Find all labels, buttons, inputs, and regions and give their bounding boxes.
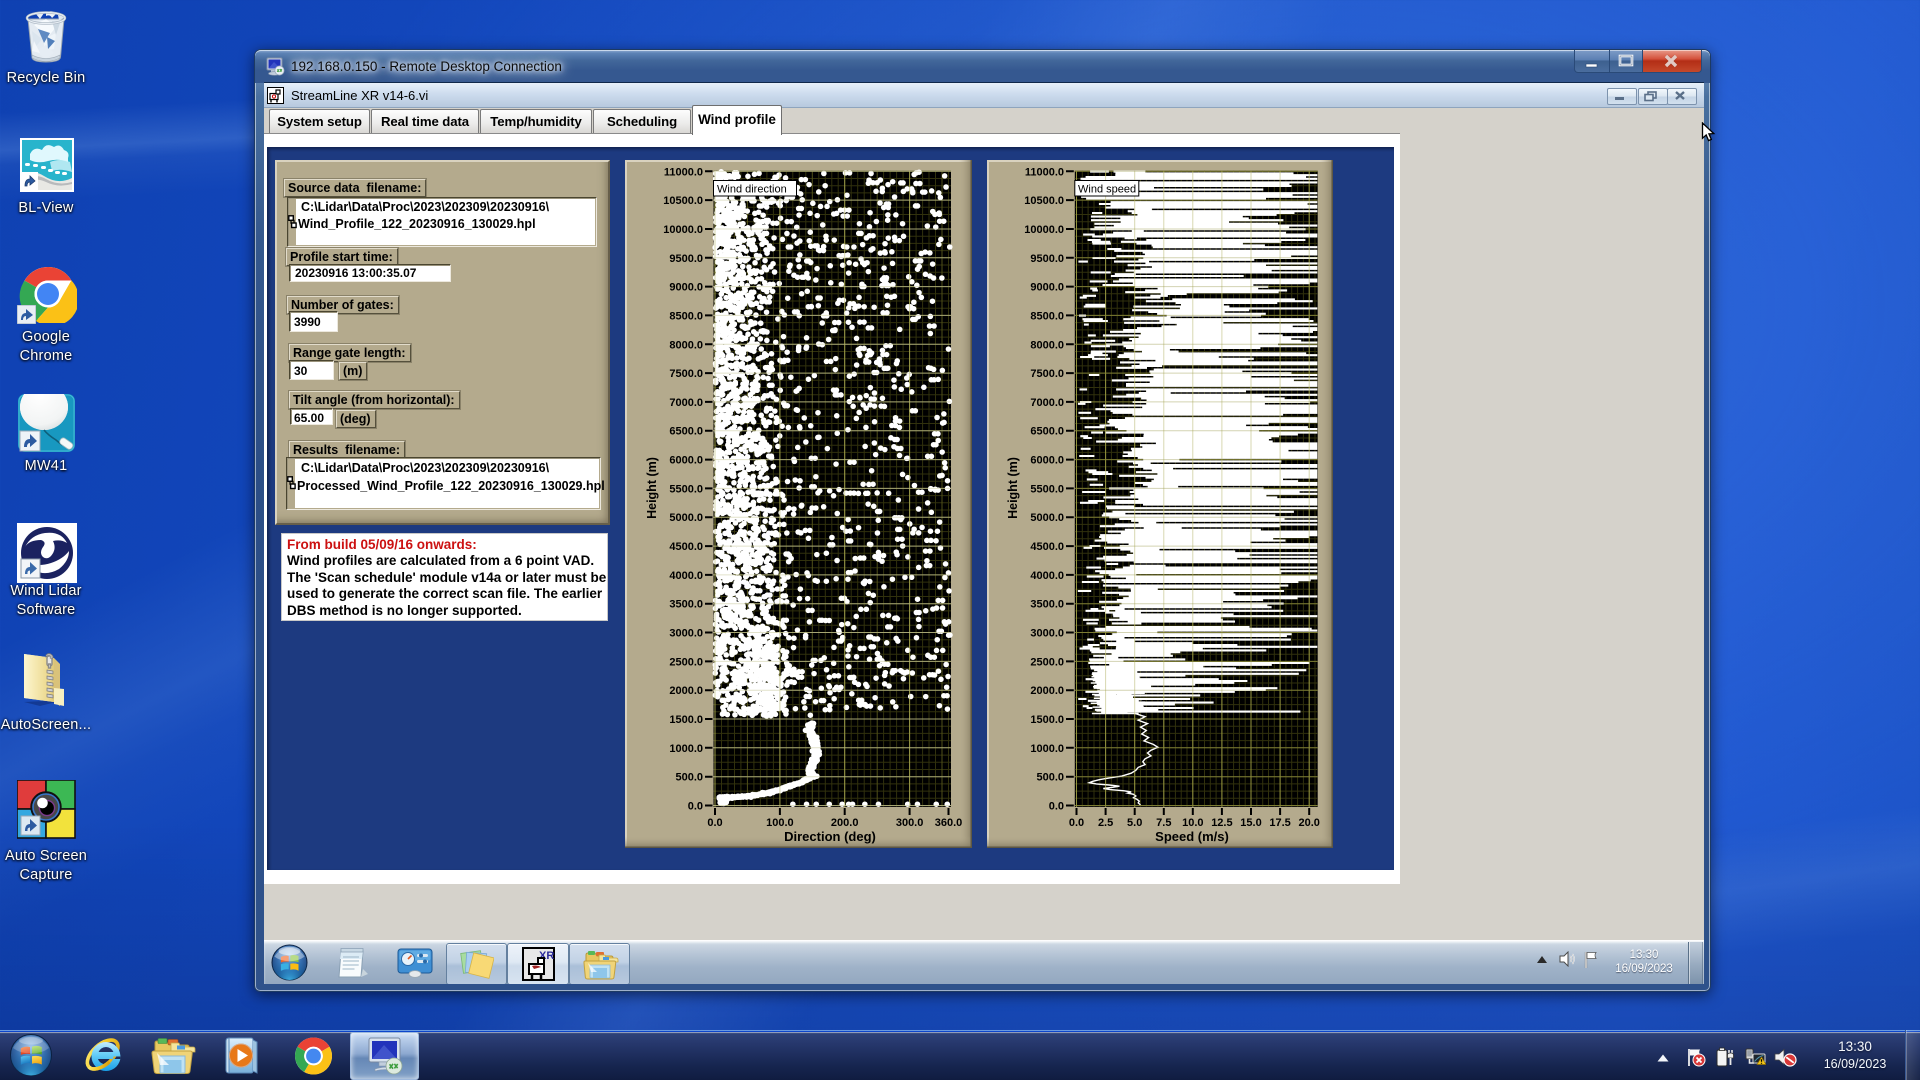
svg-text:20.0: 20.0 xyxy=(1298,817,1319,829)
svg-text:7500.0: 7500.0 xyxy=(1030,368,1064,380)
svg-text:500.0: 500.0 xyxy=(675,772,703,784)
svg-text:300.0: 300.0 xyxy=(896,817,924,829)
svg-text:11000.0: 11000.0 xyxy=(1025,166,1064,178)
svg-text:8000.0: 8000.0 xyxy=(1030,339,1064,351)
svg-text:100.0: 100.0 xyxy=(766,817,794,829)
svg-text:8500.0: 8500.0 xyxy=(669,310,703,322)
svg-text:Height (m): Height (m) xyxy=(645,457,659,519)
svg-text:Wind direction: Wind direction xyxy=(717,184,787,196)
svg-text:2000.0: 2000.0 xyxy=(669,685,703,697)
svg-text:0.0: 0.0 xyxy=(707,817,722,829)
svg-text:Direction (deg): Direction (deg) xyxy=(784,829,876,844)
svg-text:6500.0: 6500.0 xyxy=(1030,426,1064,438)
svg-text:6000.0: 6000.0 xyxy=(1030,455,1064,467)
svg-text:2.5: 2.5 xyxy=(1098,817,1113,829)
svg-text:7000.0: 7000.0 xyxy=(669,397,703,409)
svg-text:10000.0: 10000.0 xyxy=(663,224,703,236)
svg-text:3500.0: 3500.0 xyxy=(669,599,703,611)
svg-text:7500.0: 7500.0 xyxy=(669,368,703,380)
svg-text:360.0: 360.0 xyxy=(935,817,963,829)
svg-text:5000.0: 5000.0 xyxy=(669,512,703,524)
svg-text:10.0: 10.0 xyxy=(1182,817,1203,829)
svg-text:0.0: 0.0 xyxy=(1069,817,1084,829)
svg-text:3500.0: 3500.0 xyxy=(1030,599,1064,611)
svg-text:4000.0: 4000.0 xyxy=(1030,570,1064,582)
svg-text:8000.0: 8000.0 xyxy=(669,339,703,351)
svg-text:5500.0: 5500.0 xyxy=(669,483,703,495)
svg-text:3000.0: 3000.0 xyxy=(669,628,703,640)
svg-text:6500.0: 6500.0 xyxy=(669,426,703,438)
svg-text:Height (m): Height (m) xyxy=(1006,457,1020,519)
svg-text:4500.0: 4500.0 xyxy=(1030,541,1064,553)
svg-text:9500.0: 9500.0 xyxy=(1030,253,1064,265)
svg-text:9500.0: 9500.0 xyxy=(669,253,703,265)
svg-text:6000.0: 6000.0 xyxy=(669,455,703,467)
svg-text:1500.0: 1500.0 xyxy=(1030,714,1064,726)
svg-text:4000.0: 4000.0 xyxy=(669,570,703,582)
svg-text:11000.0: 11000.0 xyxy=(664,166,703,178)
svg-text:10000.0: 10000.0 xyxy=(1024,224,1064,236)
svg-text:4500.0: 4500.0 xyxy=(669,541,703,553)
svg-text:10500.0: 10500.0 xyxy=(663,195,703,207)
svg-text:7000.0: 7000.0 xyxy=(1030,397,1064,409)
svg-text:3000.0: 3000.0 xyxy=(1030,628,1064,640)
svg-text:1000.0: 1000.0 xyxy=(669,743,703,755)
svg-text:0.0: 0.0 xyxy=(688,801,703,813)
svg-text:2000.0: 2000.0 xyxy=(1030,685,1064,697)
svg-text:9000.0: 9000.0 xyxy=(1030,282,1064,294)
svg-text:0.0: 0.0 xyxy=(1049,801,1064,813)
svg-text:500.0: 500.0 xyxy=(1036,772,1064,784)
svg-text:5000.0: 5000.0 xyxy=(1030,512,1064,524)
svg-text:5.0: 5.0 xyxy=(1127,817,1142,829)
svg-text:200.0: 200.0 xyxy=(831,817,859,829)
svg-text:5500.0: 5500.0 xyxy=(1030,483,1064,495)
svg-text:1500.0: 1500.0 xyxy=(669,714,703,726)
svg-text:12.5: 12.5 xyxy=(1211,817,1232,829)
svg-text:9000.0: 9000.0 xyxy=(669,282,703,294)
svg-text:8500.0: 8500.0 xyxy=(1030,310,1064,322)
svg-text:15.0: 15.0 xyxy=(1240,817,1261,829)
svg-text:1000.0: 1000.0 xyxy=(1030,743,1064,755)
svg-text:Wind speed: Wind speed xyxy=(1078,184,1136,196)
svg-text:2500.0: 2500.0 xyxy=(669,656,703,668)
svg-text:Speed (m/s): Speed (m/s) xyxy=(1155,829,1229,844)
svg-text:7.5: 7.5 xyxy=(1156,817,1171,829)
svg-text:10500.0: 10500.0 xyxy=(1024,195,1064,207)
svg-text:17.5: 17.5 xyxy=(1269,817,1290,829)
svg-text:2500.0: 2500.0 xyxy=(1030,656,1064,668)
